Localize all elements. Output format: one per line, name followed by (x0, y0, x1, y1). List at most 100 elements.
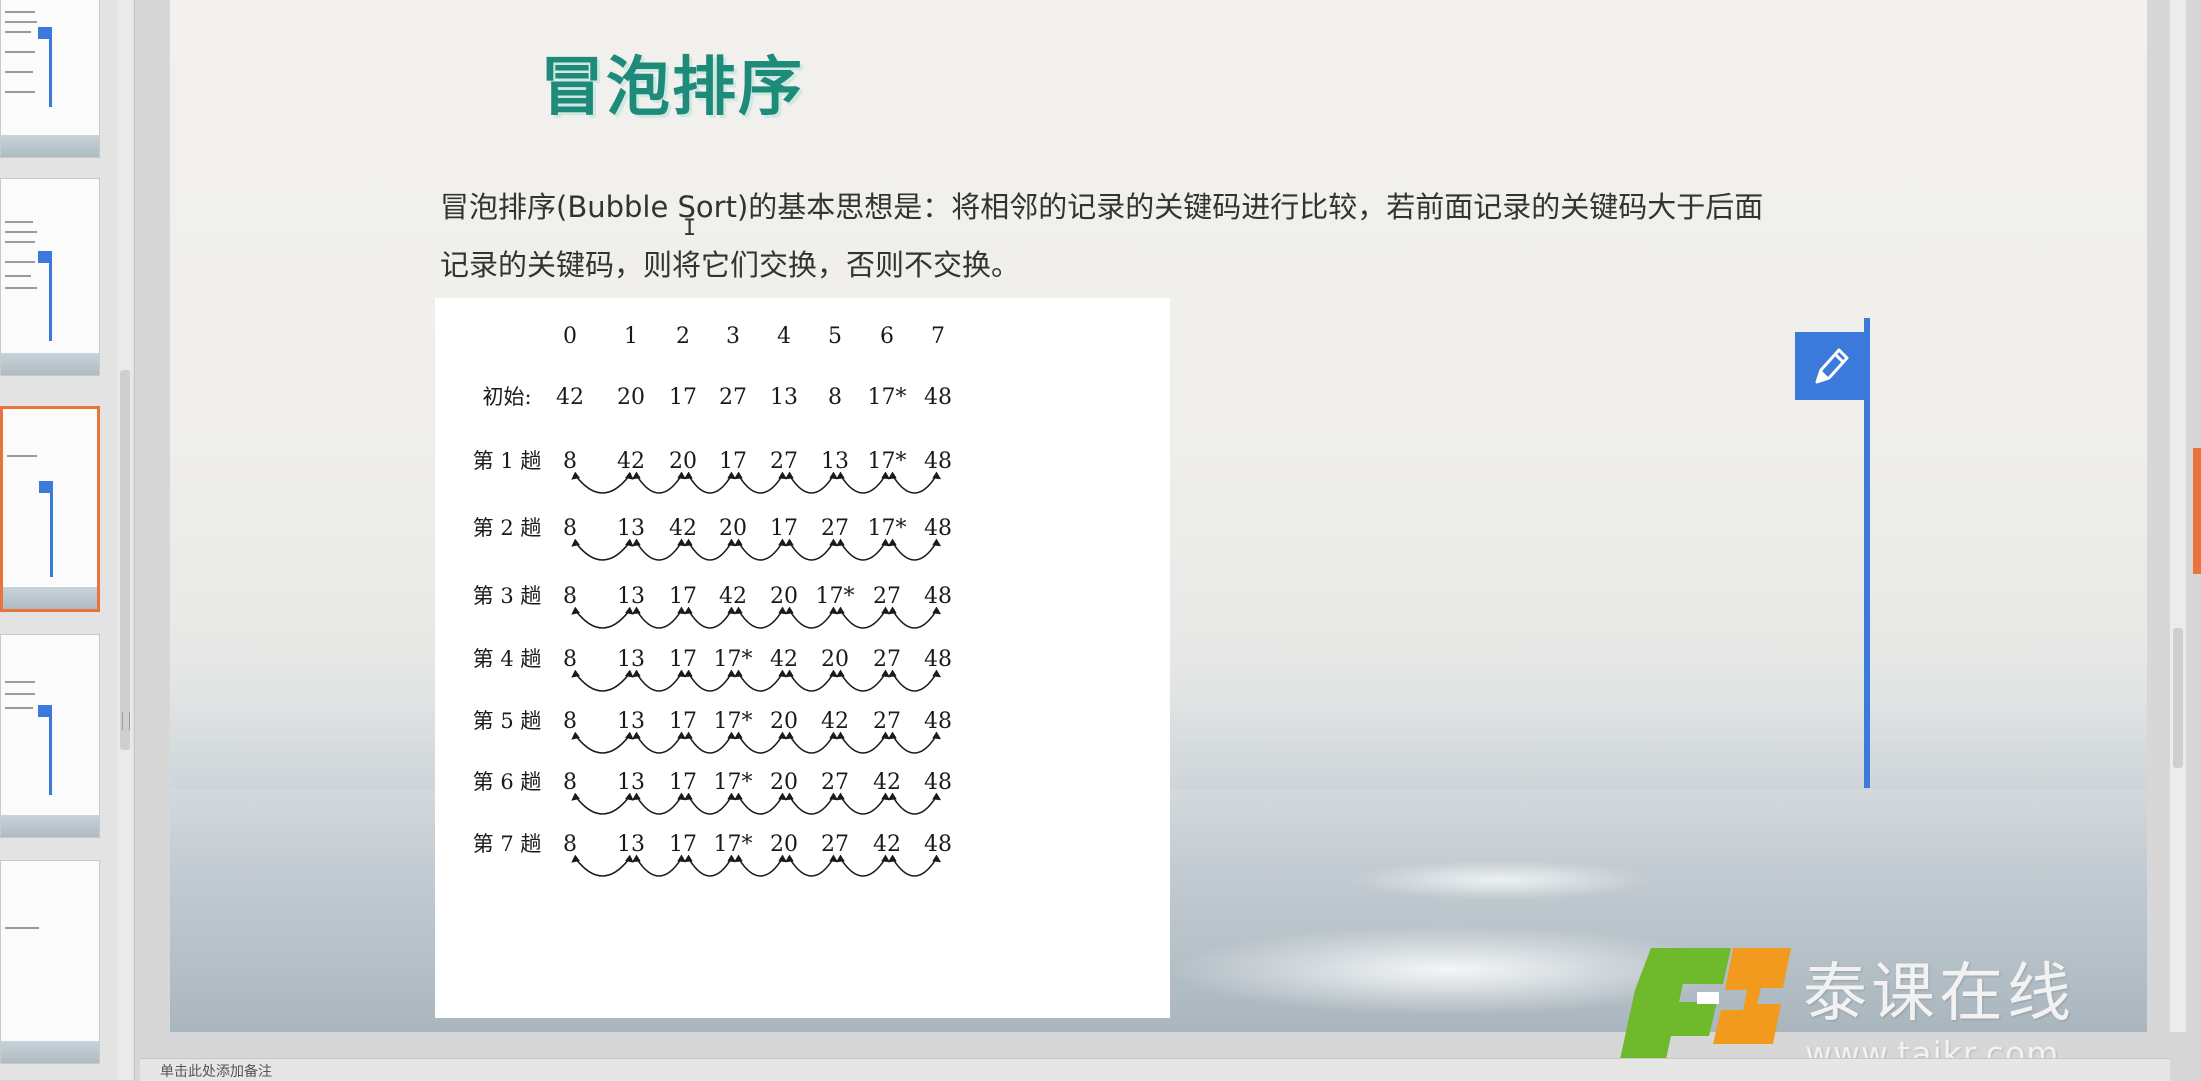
diagram-swap-arrow (631, 792, 687, 815)
diagram-cell-value: 17* (868, 449, 907, 474)
diagram-cell-value: 13 (617, 770, 645, 795)
diagram-swap-arrow (835, 606, 891, 629)
diagram-cell-value: 48 (924, 584, 952, 609)
diagram-index-4: 4 (777, 324, 791, 349)
diagram-cell-value: 17* (714, 832, 753, 857)
diagram-index-5: 5 (828, 324, 842, 349)
diagram-cell-value: 17 (770, 516, 798, 541)
diagram-cell-value: 42 (821, 709, 849, 734)
diagram-swap-arrow (784, 669, 839, 692)
slide-body-text[interactable]: 冒泡排序(Bubble Sort)的基本思想是：将相邻的记录的关键码进行比较，若… (440, 178, 1770, 294)
diagram-cell-value: 8 (563, 584, 577, 609)
diagram-cell-value: 42 (873, 770, 901, 795)
slide-canvas: 冒泡排序 冒泡排序(Bubble Sort)的基本思想是：将相邻的记录的关键码进… (170, 0, 2147, 1032)
diagram-swap-arrow (733, 731, 788, 754)
diagram-cell-value: 17* (868, 516, 907, 541)
diagram-swap-arrow (784, 731, 839, 754)
diagram-row-label: 第 4 趟 (473, 647, 542, 671)
slide-thumbnail-4[interactable] (0, 634, 100, 838)
diagram-swap-arrow (733, 606, 788, 629)
diagram-swap-arrow (571, 606, 634, 629)
diagram-swap-arrow (887, 792, 942, 815)
diagram-swap-arrow (887, 538, 942, 561)
diagram-swap-arrow (733, 854, 788, 877)
diagram-index-2: 2 (676, 324, 690, 349)
diagram-cell-value: 27 (821, 516, 849, 541)
diagram-cell-value: 17 (719, 449, 747, 474)
pen-tool-button[interactable] (1795, 332, 1865, 400)
diagram-cell-value: 8 (563, 449, 577, 474)
diagram-cell-value: 27 (821, 832, 849, 857)
diagram-cell-value: 20 (821, 647, 849, 672)
slide-title[interactable]: 冒泡排序 (540, 36, 804, 128)
slide-thumbnail-3-active[interactable] (0, 406, 100, 612)
slide-thumbnail-2[interactable] (0, 178, 100, 376)
diagram-swap-arrow (683, 792, 737, 815)
slide-vertical-scrollbar[interactable] (2170, 0, 2186, 1032)
diagram-cell-value: 20 (669, 449, 697, 474)
diagram-swap-arrow (835, 792, 891, 815)
diagram-cell-value: 13 (617, 832, 645, 857)
diagram-cell-value: 48 (924, 770, 952, 795)
diagram-row-label: 初始: (482, 385, 531, 409)
diagram-swap-arrow (887, 669, 942, 692)
diagram-cell-value: 8 (563, 709, 577, 734)
diagram-cell-value: 20 (770, 770, 798, 795)
diagram-swap-arrow (784, 606, 839, 629)
slide-thumbnail-1[interactable] (0, 0, 100, 158)
slide-thumbnail-5[interactable] (0, 860, 100, 1064)
thumbnail-scrollbar[interactable] (118, 0, 132, 1080)
diagram-cell-value: 13 (617, 647, 645, 672)
diagram-cell-value: 17 (669, 584, 697, 609)
diagram-swap-arrow (683, 538, 737, 561)
diagram-swap-arrow (887, 854, 942, 877)
diagram-cell-value: 42 (617, 449, 645, 474)
diagram-swap-arrow (784, 538, 839, 561)
pane-splitter-handle[interactable] (122, 712, 130, 730)
diagram-swap-arrow (683, 606, 737, 629)
diagram-cell-value: 8 (828, 385, 842, 410)
diagram-cell-value: 17 (669, 770, 697, 795)
diagram-swap-arrow (784, 471, 839, 494)
diagram-row-label: 第 6 趟 (473, 770, 542, 794)
diagram-row-label: 第 7 趟 (473, 832, 542, 856)
diagram-cell-value: 42 (770, 647, 798, 672)
diagram-cell-value: 27 (873, 709, 901, 734)
notes-placeholder: 单击此处添加备注 (160, 1064, 272, 1080)
slide-background-wave (1350, 860, 1650, 900)
diagram-cell-value: 17* (816, 584, 855, 609)
diagram-swap-arrow (835, 669, 891, 692)
diagram-cell-value: 8 (563, 647, 577, 672)
diagram-cell-value: 17* (714, 647, 753, 672)
diagram-cell-value: 17* (714, 770, 753, 795)
diagram-swap-arrow (733, 792, 788, 815)
pencil-icon (1815, 348, 1849, 384)
diagram-swap-arrow (887, 471, 942, 494)
bubble-sort-diagram[interactable]: 0 1 2 3 4 5 6 7 初始: 42 20 17 27 13 8 17* 48 第 1 趟 8 42 20 17 2… (435, 298, 1170, 1018)
diagram-swap-arrow (571, 792, 634, 815)
diagram-swap-arrow (835, 471, 891, 494)
diagram-cell-value: 17 (669, 385, 697, 410)
side-panel-tab[interactable] (2193, 448, 2201, 574)
diagram-cell-value: 42 (873, 832, 901, 857)
diagram-cell-value: 20 (770, 832, 798, 857)
diagram-cell-value: 13 (617, 709, 645, 734)
diagram-swap-arrow (683, 471, 737, 494)
diagram-index-7: 7 (931, 324, 945, 349)
diagram-index-0: 0 (563, 324, 577, 349)
text-cursor-icon: I (683, 216, 697, 241)
notes-pane[interactable]: 单击此处添加备注 (140, 1058, 2170, 1081)
diagram-cell-value: 27 (873, 647, 901, 672)
diagram-cell-value: 48 (924, 449, 952, 474)
diagram-swap-arrow (631, 606, 687, 629)
diagram-cell-value: 48 (924, 516, 952, 541)
diagram-swap-arrow (571, 854, 634, 877)
diagram-cell-value: 17 (669, 832, 697, 857)
diagram-cell-value: 42 (556, 385, 584, 410)
diagram-cell-value: 20 (770, 709, 798, 734)
diagram-swap-arrow (571, 669, 634, 692)
slide-thumbnail-panel (0, 0, 135, 1080)
diagram-swap-arrow (784, 792, 839, 815)
diagram-cell-value: 27 (719, 385, 747, 410)
diagram-swap-arrow (733, 471, 788, 494)
